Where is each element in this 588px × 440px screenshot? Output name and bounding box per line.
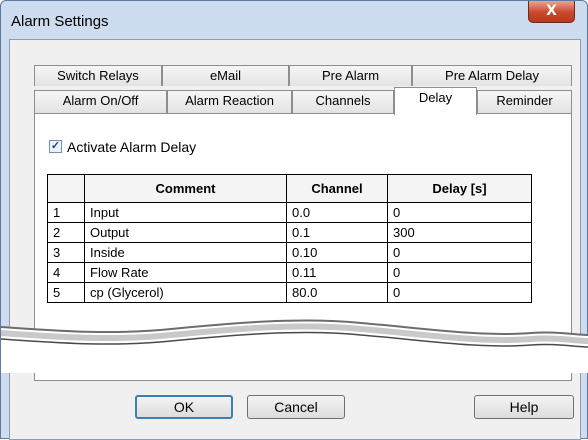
column-header-channel[interactable]: Channel	[286, 174, 388, 203]
cell-channel[interactable]: 0.10	[286, 242, 388, 263]
delay-table: Comment Channel Delay [s] 1 Input 0.0 0 …	[47, 174, 532, 303]
cell-channel[interactable]: 80.0	[286, 282, 388, 303]
row-number[interactable]: 5	[47, 282, 85, 303]
column-header-comment[interactable]: Comment	[84, 174, 287, 203]
ok-button[interactable]: OK	[135, 395, 233, 419]
tab-delay[interactable]: Delay	[394, 87, 477, 115]
row-number[interactable]: 1	[47, 202, 85, 223]
row-number[interactable]: 2	[47, 222, 85, 243]
table-row: 3 Inside 0.10 0	[47, 242, 532, 263]
cell-channel[interactable]: 0.11	[286, 262, 388, 283]
torn-edge-overlay	[1, 319, 588, 373]
cell-comment[interactable]: Input	[84, 202, 287, 223]
table-row: 5 cp (Glycerol) 80.0 0	[47, 282, 532, 303]
tab-pre-alarm-delay[interactable]: Pre Alarm Delay	[412, 65, 572, 86]
tab-switch-relays[interactable]: Switch Relays	[34, 65, 162, 86]
tab-reminder[interactable]: Reminder	[477, 90, 572, 113]
table-row: 1 Input 0.0 0	[47, 202, 532, 223]
table-row: 4 Flow Rate 0.11 0	[47, 262, 532, 283]
tab-email[interactable]: eMail	[162, 65, 289, 86]
cell-delay[interactable]: 0	[387, 242, 532, 263]
tab-alarm-on-off[interactable]: Alarm On/Off	[34, 90, 167, 113]
close-icon: X	[546, 3, 557, 19]
table-row: 2 Output 0.1 300	[47, 222, 532, 243]
activate-alarm-delay-label[interactable]: Activate Alarm Delay	[67, 139, 196, 155]
row-number-header	[47, 174, 85, 203]
alarm-settings-window: Alarm Settings X Switch Relays eMail Pre…	[0, 0, 588, 440]
tab-channels[interactable]: Channels	[292, 90, 394, 113]
cancel-button[interactable]: Cancel	[247, 395, 345, 419]
window-title: Alarm Settings	[11, 13, 109, 30]
column-header-delay[interactable]: Delay [s]	[387, 174, 532, 203]
cell-comment[interactable]: Flow Rate	[84, 262, 287, 283]
activate-alarm-delay-checkbox[interactable]: ✓	[49, 140, 62, 153]
help-button[interactable]: Help	[474, 395, 574, 419]
cell-delay[interactable]: 0	[387, 282, 532, 303]
cell-channel[interactable]: 0.0	[286, 202, 388, 223]
cell-delay[interactable]: 300	[387, 222, 532, 243]
row-number[interactable]: 3	[47, 242, 85, 263]
close-button[interactable]: X	[528, 1, 575, 23]
cell-channel[interactable]: 0.1	[286, 222, 388, 243]
cell-delay[interactable]: 0	[387, 262, 532, 283]
table-header-row: Comment Channel Delay [s]	[47, 174, 532, 203]
cell-comment[interactable]: Inside	[84, 242, 287, 263]
title-bar[interactable]: Alarm Settings	[1, 1, 588, 39]
cell-comment[interactable]: Output	[84, 222, 287, 243]
cell-comment[interactable]: cp (Glycerol)	[84, 282, 287, 303]
row-number[interactable]: 4	[47, 262, 85, 283]
tab-alarm-reaction[interactable]: Alarm Reaction	[167, 90, 292, 113]
cell-delay[interactable]: 0	[387, 202, 532, 223]
tab-pre-alarm[interactable]: Pre Alarm	[289, 65, 412, 86]
